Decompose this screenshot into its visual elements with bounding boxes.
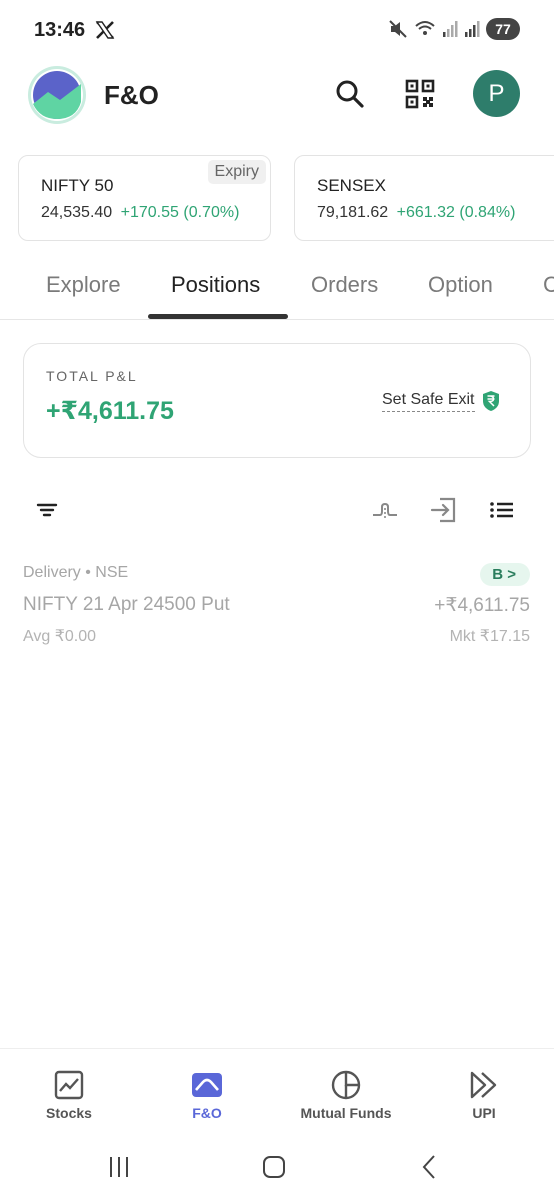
position-meta: Delivery • NSE bbox=[23, 564, 129, 581]
app-header: F&O P bbox=[0, 62, 554, 130]
bottom-nav: Stocks F&O Mutual Funds UPI bbox=[0, 1048, 554, 1138]
safe-exit-label: Set Safe Exit bbox=[382, 391, 475, 412]
mute-icon bbox=[389, 20, 407, 38]
tab-option[interactable]: Option bbox=[428, 272, 493, 298]
total-pnl-card: TOTAL P&L +₹4,611.75 Set Safe Exit bbox=[23, 343, 531, 458]
page-title: F&O bbox=[104, 80, 159, 110]
buy-badge[interactable]: B > bbox=[480, 563, 530, 586]
system-nav-bar bbox=[0, 1138, 554, 1200]
search-icon[interactable] bbox=[334, 78, 366, 110]
battery-icon: 77 bbox=[486, 18, 520, 40]
tab-active-indicator bbox=[148, 314, 288, 319]
position-avg-price: Avg ₹0.00 bbox=[23, 628, 97, 645]
upi-icon bbox=[470, 1071, 497, 1099]
position-row[interactable]: Delivery • NSE NIFTY 21 Apr 24500 Put Av… bbox=[0, 560, 554, 650]
position-name: NIFTY 21 Apr 24500 Put bbox=[23, 594, 230, 615]
home-icon[interactable] bbox=[259, 1152, 289, 1182]
nav-label: UPI bbox=[472, 1105, 496, 1121]
index-value: 79,181.62 bbox=[317, 204, 389, 221]
back-icon[interactable] bbox=[415, 1152, 445, 1182]
nav-stocks[interactable]: Stocks bbox=[9, 1069, 129, 1121]
exit-position-icon[interactable] bbox=[429, 495, 459, 525]
position-market-price: Mkt ₹17.15 bbox=[449, 628, 530, 645]
tab-positions[interactable]: Positions bbox=[171, 272, 260, 298]
status-time: 13:46 bbox=[34, 19, 86, 41]
strategy-chart-icon[interactable] bbox=[370, 495, 400, 525]
status-icons: 77 bbox=[388, 18, 520, 40]
app-logo-icon[interactable] bbox=[28, 66, 86, 124]
avatar[interactable]: P bbox=[473, 70, 520, 117]
nav-label: Mutual Funds bbox=[300, 1105, 392, 1121]
filter-icon[interactable] bbox=[32, 495, 62, 525]
index-value: 24,535.40 bbox=[41, 204, 113, 221]
stocks-chart-icon bbox=[54, 1070, 84, 1100]
index-value-row: 79,181.62 +661.32 (0.84%) bbox=[317, 204, 515, 222]
index-change: +661.32 (0.84%) bbox=[396, 204, 516, 221]
nav-mutual-funds[interactable]: Mutual Funds bbox=[286, 1069, 406, 1121]
index-name: NIFTY 50 bbox=[41, 176, 114, 195]
shield-rupee-icon bbox=[482, 391, 499, 411]
nav-upi[interactable]: UPI bbox=[424, 1069, 544, 1121]
pnl-value: +₹4,611.75 bbox=[46, 397, 174, 425]
tab-explore[interactable]: Explore bbox=[46, 272, 121, 298]
wifi-icon bbox=[415, 21, 435, 35]
set-safe-exit-button[interactable]: Set Safe Exit bbox=[382, 390, 501, 412]
position-pnl: +₹4,611.75 bbox=[434, 595, 530, 616]
index-strip: NIFTY 50 Expiry 24,535.40 +170.55 (0.70%… bbox=[0, 155, 554, 243]
positions-toolbar bbox=[0, 495, 554, 529]
status-bar: 13:46 77 bbox=[0, 0, 554, 60]
index-value-row: 24,535.40 +170.55 (0.70%) bbox=[41, 204, 239, 222]
qr-code-icon[interactable] bbox=[404, 78, 436, 110]
fno-icon bbox=[192, 1073, 222, 1097]
tab-bar: Explore Positions Orders Option C bbox=[0, 262, 554, 320]
tab-more[interactable]: C bbox=[543, 272, 554, 298]
nav-fno[interactable]: F&O bbox=[147, 1069, 267, 1121]
signal-icon bbox=[465, 21, 480, 37]
index-change: +170.55 (0.70%) bbox=[120, 204, 240, 221]
index-name: SENSEX bbox=[317, 176, 386, 195]
x-logo-icon bbox=[95, 21, 115, 39]
pnl-label: TOTAL P&L bbox=[46, 368, 138, 384]
index-card-nifty[interactable]: NIFTY 50 Expiry 24,535.40 +170.55 (0.70%… bbox=[18, 155, 271, 241]
nav-label: F&O bbox=[192, 1105, 222, 1121]
nav-label: Stocks bbox=[46, 1105, 92, 1121]
tab-orders[interactable]: Orders bbox=[311, 272, 378, 298]
expiry-tag: Expiry bbox=[207, 160, 266, 184]
pie-chart-icon bbox=[331, 1070, 361, 1100]
signal-icon bbox=[443, 21, 458, 37]
index-card-sensex[interactable]: SENSEX 79,181.62 +661.32 (0.84%) bbox=[294, 155, 554, 241]
recent-apps-icon[interactable] bbox=[104, 1152, 134, 1182]
list-view-icon[interactable] bbox=[487, 495, 517, 525]
